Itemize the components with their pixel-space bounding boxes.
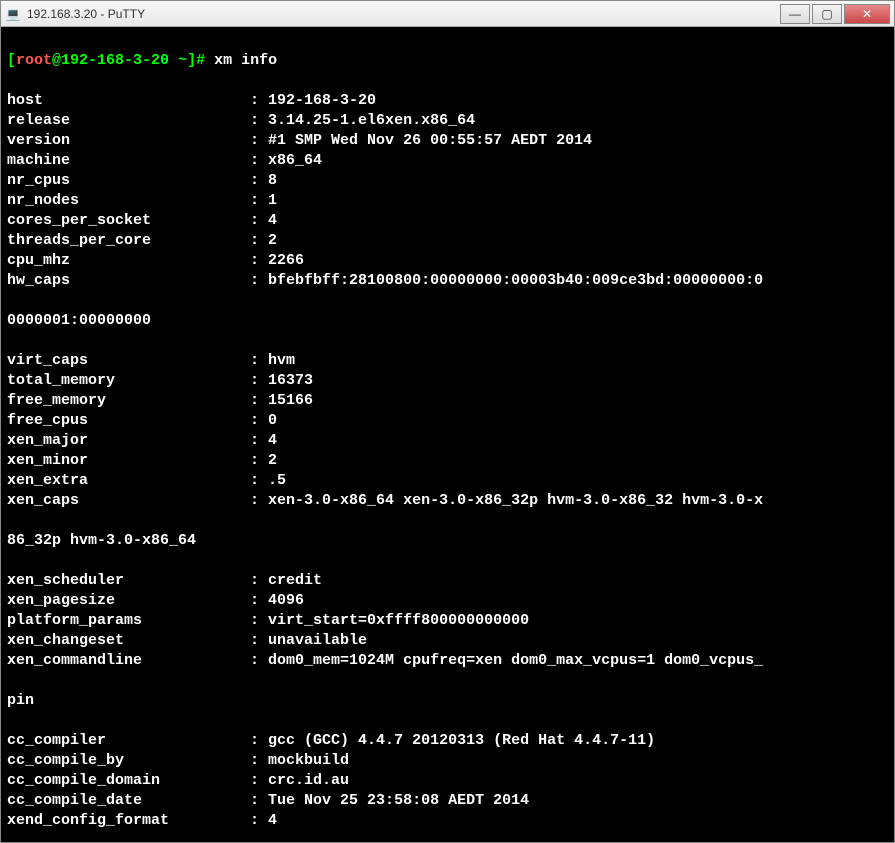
hw-caps-wrap: 0000001:00000000: [7, 311, 888, 331]
xen-caps-wrap: 86_32p hvm-3.0-x86_64: [7, 531, 888, 551]
info-row: xen_extra : .5: [7, 471, 888, 491]
info-row: xen_scheduler : credit: [7, 571, 888, 591]
info-row: cc_compile_date : Tue Nov 25 23:58:08 AE…: [7, 791, 888, 811]
info-row: xen_pagesize : 4096: [7, 591, 888, 611]
info-row: release : 3.14.25-1.el6xen.x86_64: [7, 111, 888, 131]
info-row: cc_compile_domain : crc.id.au: [7, 771, 888, 791]
xen-cmdline-wrap: pin: [7, 691, 888, 711]
info-row: platform_params : virt_start=0xffff80000…: [7, 611, 888, 631]
info-row: xen_commandline : dom0_mem=1024M cpufreq…: [7, 651, 888, 671]
info-row: nr_nodes : 1: [7, 191, 888, 211]
maximize-button[interactable]: ▢: [812, 4, 842, 24]
info-row: free_memory : 15166: [7, 391, 888, 411]
titlebar[interactable]: 💻 192.168.3.20 - PuTTY — ▢ ✕: [1, 1, 894, 27]
info-row: xen_major : 4: [7, 431, 888, 451]
terminal[interactable]: [root@192-168-3-20 ~]# xm info host : 19…: [1, 27, 894, 842]
xm-info-output-4: cc_compiler : gcc (GCC) 4.4.7 20120313 (…: [7, 731, 888, 831]
info-row: xen_minor : 2: [7, 451, 888, 471]
close-button[interactable]: ✕: [844, 4, 890, 24]
window-controls: — ▢ ✕: [778, 4, 890, 24]
info-row: cc_compiler : gcc (GCC) 4.4.7 20120313 (…: [7, 731, 888, 751]
info-row: hw_caps : bfebfbff:28100800:00000000:000…: [7, 271, 888, 291]
info-row: cores_per_socket : 4: [7, 211, 888, 231]
info-row: xend_config_format : 4: [7, 811, 888, 831]
info-row: threads_per_core : 2: [7, 231, 888, 251]
info-row: xen_changeset : unavailable: [7, 631, 888, 651]
xm-info-output-2: virt_caps : hvmtotal_memory : 16373free_…: [7, 351, 888, 511]
command-xm-info: xm info: [214, 52, 277, 69]
info-row: cpu_mhz : 2266: [7, 251, 888, 271]
prompt-line-1: [root@192-168-3-20 ~]# xm info: [7, 51, 888, 71]
info-row: version : #1 SMP Wed Nov 26 00:55:57 AED…: [7, 131, 888, 151]
window-title: 192.168.3.20 - PuTTY: [27, 7, 778, 21]
xm-info-output: host : 192-168-3-20release : 3.14.25-1.e…: [7, 91, 888, 291]
info-row: xen_caps : xen-3.0-x86_64 xen-3.0-x86_32…: [7, 491, 888, 511]
info-row: free_cpus : 0: [7, 411, 888, 431]
putty-icon: 💻: [5, 6, 21, 22]
xm-info-output-3: xen_scheduler : creditxen_pagesize : 409…: [7, 571, 888, 671]
info-row: nr_cpus : 8: [7, 171, 888, 191]
info-row: host : 192-168-3-20: [7, 91, 888, 111]
info-row: total_memory : 16373: [7, 371, 888, 391]
info-row: machine : x86_64: [7, 151, 888, 171]
info-row: virt_caps : hvm: [7, 351, 888, 371]
minimize-button[interactable]: —: [780, 4, 810, 24]
info-row: cc_compile_by : mockbuild: [7, 751, 888, 771]
window: 💻 192.168.3.20 - PuTTY — ▢ ✕ [root@192-1…: [0, 0, 895, 843]
